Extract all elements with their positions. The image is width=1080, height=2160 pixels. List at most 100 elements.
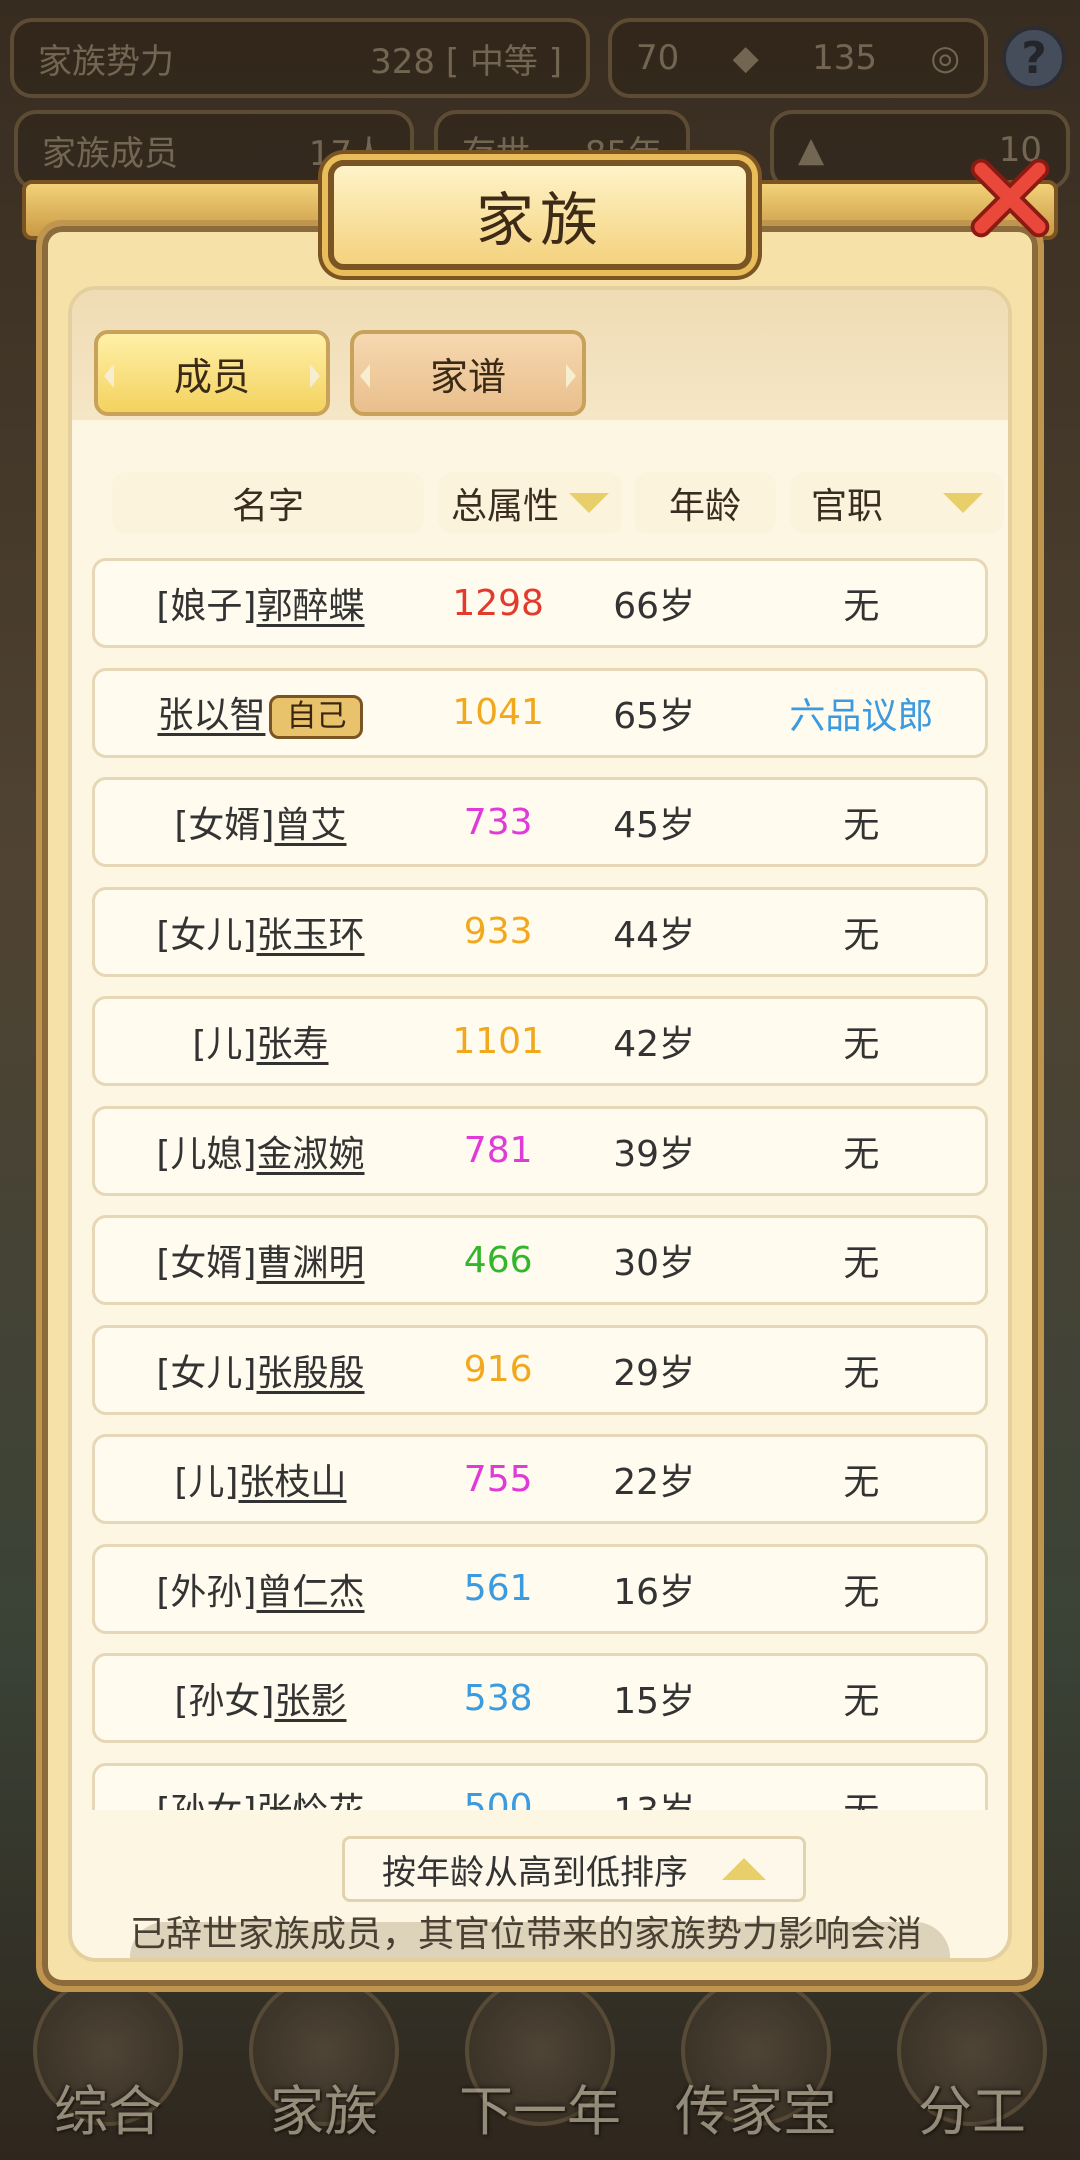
tab-genealogy[interactable]: 家谱: [350, 330, 586, 416]
member-name-cell: [娘子]郭醉蝶: [95, 577, 426, 629]
member-age: 16岁: [613, 1571, 695, 1613]
member-post: 无: [843, 586, 880, 627]
member-attribute: 1298: [452, 582, 544, 624]
self-badge: 自己: [269, 695, 364, 739]
member-row[interactable]: 张以智 自己 1041 65岁 六品议郎: [92, 667, 988, 758]
member-name-cell: [女儿]张玉环: [95, 906, 426, 958]
sort-order-label: 按年龄从高到低排序: [382, 1852, 688, 1893]
member-age: 29岁: [613, 1352, 695, 1394]
member-relation: [外孙]: [156, 1571, 257, 1613]
member-list[interactable]: [娘子]郭醉蝶 1298 66岁无张以智 自己 1041 65岁 六品议郎 [女婿]曾艾 733…: [92, 558, 988, 1810]
member-relation: [娘子]: [156, 586, 257, 627]
member-attribute: 1041: [452, 692, 544, 733]
member-name-cell: [儿]张寿: [95, 1015, 426, 1067]
member-name-link[interactable]: 金淑婉: [256, 1134, 364, 1175]
member-name-link[interactable]: 张影: [274, 1681, 346, 1722]
member-age: 13岁: [570, 1782, 737, 1811]
sort-order-button[interactable]: 按年龄从高到低排序: [342, 1836, 806, 1902]
member-name-link[interactable]: 张以智: [157, 695, 265, 736]
member-age: 30岁: [613, 1243, 695, 1284]
column-header-name-label: 名字: [231, 486, 304, 527]
member-attribute: 933: [463, 911, 533, 952]
sort-down-icon: [569, 493, 609, 513]
column-header-name: 名字: [112, 472, 424, 534]
member-name-link[interactable]: 张殷殷: [256, 1353, 364, 1394]
member-age: 39岁: [613, 1133, 695, 1175]
member-name-link[interactable]: 曾艾: [274, 805, 346, 846]
notice-text: 已辞世家族成员，其官位带来的家族势力影响会消失: [130, 1914, 923, 1955]
member-row[interactable]: [儿]张寿 1101 42岁 无: [92, 996, 988, 1086]
member-name-link[interactable]: 曾仁杰: [256, 1572, 364, 1613]
member-name-link[interactable]: 张玉环: [256, 915, 364, 956]
member-post: 六品议郎: [789, 695, 934, 737]
tab-bar: 成员 家谱: [72, 290, 1008, 420]
member-attribute: 561: [463, 1568, 533, 1609]
close-icon[interactable]: [962, 150, 1058, 246]
column-header-age: 年龄: [634, 472, 776, 534]
member-relation: [孙女]: [174, 1681, 275, 1722]
member-row[interactable]: [女儿]张玉环 933 44岁 无: [92, 886, 988, 977]
member-age: 45岁: [613, 805, 695, 846]
member-attribute: 538: [463, 1677, 533, 1719]
tab-members[interactable]: 成员: [94, 330, 330, 416]
member-name-link[interactable]: 张怜花: [256, 1791, 364, 1811]
member-attribute: 500: [463, 1787, 533, 1810]
member-relation: [女儿]: [156, 1352, 257, 1394]
member-age: 15岁: [613, 1681, 695, 1722]
member-name-cell: [儿媳]金淑婉: [95, 1125, 426, 1177]
member-name-cell: 张以智 自己: [95, 686, 426, 739]
member-attribute: 733: [463, 801, 533, 843]
member-post: 无: [843, 1133, 880, 1175]
member-attribute: 1101: [452, 1020, 544, 1062]
member-row[interactable]: [孙女]张怜花 500 13岁无: [92, 1762, 988, 1811]
member-name-link[interactable]: 曹渊明: [256, 1243, 364, 1284]
member-name-cell: [儿]张枝山: [95, 1453, 426, 1505]
member-post: 无: [843, 1352, 880, 1394]
sort-down-icon: [943, 493, 983, 513]
member-post: 无: [738, 1782, 985, 1811]
column-header-age-label: 年龄: [668, 486, 741, 527]
member-post: 无: [843, 1024, 880, 1065]
member-row[interactable]: [女婿]曾艾 733 45岁 无: [92, 777, 988, 867]
member-post: 无: [843, 1571, 880, 1613]
member-attribute: 916: [463, 1349, 533, 1390]
member-name-cell: [外孙]曾仁杰: [95, 1563, 426, 1615]
member-relation: [女婿]: [174, 805, 275, 846]
member-post: 无: [843, 914, 880, 956]
member-age: 66岁: [613, 586, 695, 627]
member-relation: [孙女]: [156, 1791, 256, 1811]
member-row[interactable]: [孙女]张影 538 15岁 无: [92, 1653, 988, 1743]
clan-dialog: 成员 家谱 名字 总属性 年龄 官职 [娘子]郭醉蝶 1298 66岁无张以智 自己 1…: [22, 158, 1058, 1992]
member-row[interactable]: [儿]张枝山 755 22岁 无: [92, 1434, 988, 1524]
column-header-post[interactable]: 官职: [790, 472, 1004, 534]
column-header-post-label: 官职: [810, 486, 883, 527]
member-post: 无: [843, 1243, 880, 1284]
member-age: 42岁: [613, 1024, 695, 1065]
member-name-cell: [女婿]曹渊明: [95, 1234, 426, 1286]
member-row[interactable]: [女婿]曹渊明 466 30岁 无: [92, 1215, 988, 1305]
column-header-attr[interactable]: 总属性: [438, 472, 622, 534]
dialog-frame: 成员 家谱 名字 总属性 年龄 官职 [娘子]郭醉蝶 1298 66岁无张以智 自己 1…: [36, 220, 1044, 1992]
dialog-title: 家族: [328, 160, 752, 270]
member-name-link[interactable]: 张寿: [256, 1024, 328, 1065]
member-row[interactable]: [女儿]张殷殷 916 29岁 无: [92, 1324, 988, 1415]
member-row[interactable]: [外孙]曾仁杰 561 16岁 无: [92, 1543, 988, 1634]
member-name-link[interactable]: 张枝山: [238, 1462, 346, 1503]
member-age: 22岁: [613, 1462, 695, 1503]
member-age: 65岁: [613, 695, 695, 737]
member-name-cell: [女儿]张殷殷: [95, 1344, 426, 1396]
member-row[interactable]: [娘子]郭醉蝶 1298 66岁 无: [92, 558, 988, 648]
member-row[interactable]: [儿媳]金淑婉 781 39岁 无: [92, 1105, 988, 1196]
member-post: 无: [843, 805, 880, 846]
member-relation: [儿]: [192, 1024, 257, 1065]
column-header-attr-label: 总属性: [450, 486, 559, 527]
member-relation: [儿媳]: [156, 1133, 257, 1175]
member-age: 44岁: [613, 914, 695, 956]
member-post: 无: [843, 1462, 880, 1503]
member-attribute: 755: [463, 1458, 533, 1500]
notice-banner: 已辞世家族成员，其官位带来的家族势力影响会消失: [130, 1914, 950, 1958]
member-relation: [儿]: [174, 1462, 239, 1503]
sort-up-icon: [722, 1858, 766, 1880]
member-name-cell: [孙女]张影: [95, 1672, 426, 1724]
member-name-link[interactable]: 郭醉蝶: [256, 586, 364, 627]
